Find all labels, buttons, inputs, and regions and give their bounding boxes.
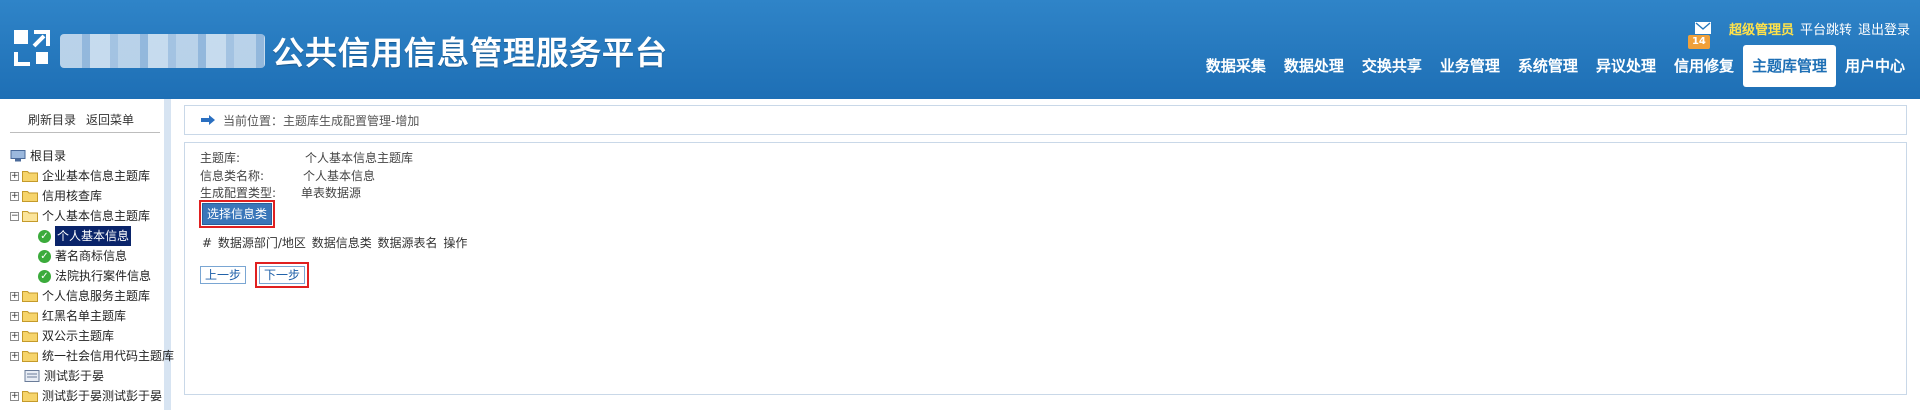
folder-icon xyxy=(22,291,38,302)
tree-item[interactable]: + 统一社会信用代码主题库 xyxy=(10,346,174,366)
previous-step-button[interactable]: 上一步 xyxy=(200,266,247,284)
nav-user-center[interactable]: 用户中心 xyxy=(1836,45,1914,87)
tree-leaf-label: 著名商标信息 xyxy=(55,249,128,263)
tree-root[interactable]: 根目录 xyxy=(10,146,174,166)
tree-item[interactable]: + 信用核查库 xyxy=(10,186,174,206)
tree-leaf[interactable]: ✓ 法院执行案件信息 xyxy=(38,266,174,286)
main-nav: 数据采集 数据处理 交换共享 业务管理 系统管理 异议处理 信用修复 主题库管理… xyxy=(1197,45,1914,87)
tree-item-label: 双公示主题库 xyxy=(42,329,115,343)
table-header: # 数据源部门/地区 数据信息类 数据源表名 操作 xyxy=(202,236,468,250)
info-class-label: 信息类名称: xyxy=(200,169,265,183)
tree-item[interactable]: + 双公示主题库 xyxy=(10,326,174,346)
tree-item[interactable]: 测试彭于晏 xyxy=(24,366,174,386)
blurred-region-name xyxy=(60,34,265,68)
config-type-value: 单表数据源 xyxy=(301,186,362,200)
breadcrumb: 当前位置：主题库生成配置管理-增加 xyxy=(184,105,1907,135)
tree-item[interactable]: + 个人信息服务主题库 xyxy=(10,286,174,306)
form-panel: 主题库: 个人基本信息主题库 信息类名称: 个人基本信息 生成配置类型: 单表数… xyxy=(184,142,1907,395)
platform-switch-link[interactable]: 平台跳转 xyxy=(1800,19,1852,38)
nav-theme-library-management[interactable]: 主题库管理 xyxy=(1742,45,1836,87)
tree-item[interactable]: + 企业基本信息主题库 xyxy=(10,166,174,186)
tree-item-expanded[interactable]: − 个人基本信息主题库 xyxy=(10,206,174,226)
nav-data-processing[interactable]: 数据处理 xyxy=(1275,45,1353,87)
tree-item-label: 红黑名单主题库 xyxy=(42,309,127,323)
tree-item-label: 个人信息服务主题库 xyxy=(42,289,151,303)
sidebar-links: 刷新目录 返回菜单 xyxy=(28,111,134,128)
folder-open-icon xyxy=(22,211,38,222)
collapse-icon[interactable]: − xyxy=(10,211,19,221)
info-class-value: 个人基本信息 xyxy=(303,169,376,183)
top-header: 公共信用信息管理服务平台 14 超级管理员 平台跳转 退出登录 数据采集 数据处… xyxy=(0,0,1920,99)
directory-tree: 根目录 + 企业基本信息主题库 + 信用核查库 − 个人基本信息主题库 ✓ 个人… xyxy=(10,146,174,406)
expand-icon[interactable]: + xyxy=(10,331,19,341)
sidebar: 刷新目录 返回菜单 根目录 + 企业基本信息主题库 + 信用核查库 − 个人基本… xyxy=(0,99,174,410)
nav-objection-handling[interactable]: 异议处理 xyxy=(1587,45,1665,87)
folder-icon xyxy=(22,331,38,342)
tree-item-label: 测试彭于晏 xyxy=(44,369,105,383)
back-menu-link[interactable]: 返回菜单 xyxy=(86,111,134,128)
nav-business-management[interactable]: 业务管理 xyxy=(1431,45,1509,87)
breadcrumb-text: 当前位置：主题库生成配置管理-增加 xyxy=(223,113,420,128)
document-icon xyxy=(24,370,40,382)
tree-item-label: 测试彭于晏测试彭于晏 xyxy=(42,389,163,403)
nav-system-management[interactable]: 系统管理 xyxy=(1509,45,1587,87)
theme-value: 个人基本信息主题库 xyxy=(305,151,414,165)
check-circle-icon: ✓ xyxy=(38,229,51,243)
check-circle-icon: ✓ xyxy=(38,269,51,283)
user-role: 超级管理员 xyxy=(1728,23,1794,38)
computer-icon xyxy=(10,150,26,162)
expand-icon[interactable]: + xyxy=(10,311,19,321)
app-title: 公共信用信息管理服务平台 xyxy=(272,34,669,72)
tree-leaf[interactable]: ✓ 著名商标信息 xyxy=(38,246,174,266)
tree-item-label: 企业基本信息主题库 xyxy=(42,169,151,183)
arrow-right-icon xyxy=(201,115,215,125)
logout-link[interactable]: 退出登录 xyxy=(1858,19,1910,38)
main-content: 当前位置：主题库生成配置管理-增加 主题库: 个人基本信息主题库 信息类名称: … xyxy=(178,99,1920,410)
platform-logo-icon xyxy=(14,30,50,66)
tree-item-label: 统一社会信用代码主题库 xyxy=(42,349,175,363)
sidebar-divider xyxy=(10,132,160,133)
tree-leaf-label: 法院执行案件信息 xyxy=(55,269,152,283)
expand-icon[interactable]: + xyxy=(10,391,19,401)
tree-item[interactable]: + 红黑名单主题库 xyxy=(10,306,174,326)
config-type-label: 生成配置类型: xyxy=(200,186,277,200)
tree-item-label: 信用核查库 xyxy=(42,189,103,203)
tree-leaf-label: 个人基本信息 xyxy=(55,226,132,246)
tree-item-label: 个人基本信息主题库 xyxy=(42,209,151,223)
folder-icon xyxy=(22,171,38,182)
theme-label: 主题库: xyxy=(200,151,241,165)
select-info-class-button[interactable]: 选择信息类 xyxy=(198,200,276,228)
folder-icon xyxy=(22,191,38,202)
mail-notification[interactable]: 14 xyxy=(1687,21,1713,49)
expand-icon[interactable]: + xyxy=(10,351,19,361)
expand-icon[interactable]: + xyxy=(10,171,19,181)
tree-leaf-selected[interactable]: ✓ 个人基本信息 xyxy=(38,226,174,246)
next-step-button[interactable]: 下一步 xyxy=(254,262,310,288)
expand-icon[interactable]: + xyxy=(10,291,19,301)
folder-icon xyxy=(22,391,38,402)
mail-icon xyxy=(1694,21,1711,34)
nav-credit-repair[interactable]: 信用修复 xyxy=(1665,45,1743,87)
folder-icon xyxy=(22,351,38,362)
nav-exchange-share[interactable]: 交换共享 xyxy=(1353,45,1431,87)
folder-icon xyxy=(22,311,38,322)
tree-root-label: 根目录 xyxy=(30,149,67,163)
check-circle-icon: ✓ xyxy=(38,249,51,263)
nav-data-collection[interactable]: 数据采集 xyxy=(1197,45,1275,87)
tree-item[interactable]: + 测试彭于晏测试彭于晏 xyxy=(10,386,174,406)
refresh-directory-link[interactable]: 刷新目录 xyxy=(28,111,76,128)
expand-icon[interactable]: + xyxy=(10,191,19,201)
user-bar: 14 超级管理员 平台跳转 退出登录 xyxy=(1687,19,1910,49)
